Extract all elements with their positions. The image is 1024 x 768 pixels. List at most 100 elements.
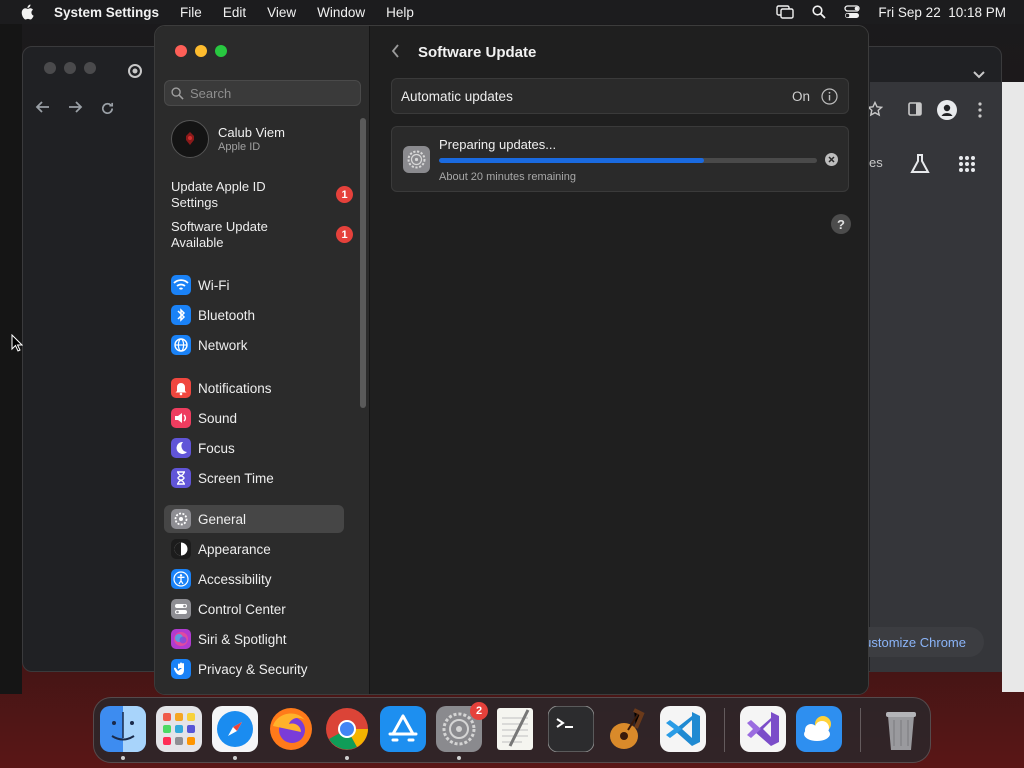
sidebar-item-notifications[interactable]: Notifications bbox=[164, 374, 344, 402]
notice-badge: 1 bbox=[336, 186, 353, 203]
finder-icon[interactable] bbox=[100, 706, 146, 752]
menu-window[interactable]: Window bbox=[317, 5, 365, 20]
hourglass-icon bbox=[171, 468, 191, 488]
background-window-edge bbox=[0, 24, 22, 694]
dock-running-indicator bbox=[345, 756, 349, 760]
weather-icon[interactable] bbox=[796, 706, 842, 752]
app-store-icon[interactable] bbox=[380, 706, 426, 752]
zoom-button[interactable] bbox=[215, 45, 227, 57]
siri-icon bbox=[171, 629, 191, 649]
chrome-icon[interactable] bbox=[324, 706, 370, 752]
dock: 2 bbox=[93, 697, 931, 763]
terminal-icon[interactable] bbox=[548, 706, 594, 752]
window-traffic-lights bbox=[175, 45, 227, 57]
dock-running-indicator bbox=[457, 756, 461, 760]
launchpad-icon[interactable] bbox=[156, 706, 202, 752]
system-settings-window: Search Calub Viem Apple ID Update Apple … bbox=[154, 25, 869, 695]
search-placeholder: Search bbox=[190, 85, 232, 101]
sidebar-item-appearance[interactable]: Appearance bbox=[164, 535, 344, 563]
textedit-icon[interactable] bbox=[492, 706, 538, 752]
sidebar-item-label: Notifications bbox=[198, 380, 272, 396]
sidebar-item-accessibility[interactable]: Accessibility bbox=[164, 565, 344, 593]
chrome-partial-text: es bbox=[869, 155, 883, 170]
chrome-page-panel bbox=[870, 82, 1002, 672]
safari-icon[interactable] bbox=[212, 706, 258, 752]
chrome-apps-grid-icon[interactable] bbox=[958, 155, 976, 178]
automatic-updates-row: Automatic updates On bbox=[391, 78, 849, 114]
speaker-icon bbox=[171, 408, 191, 428]
update-progress-bar bbox=[439, 158, 817, 163]
sidebar-item-label: Screen Time bbox=[198, 470, 274, 486]
menu-clock[interactable]: Fri Sep 22 10:18 PM bbox=[878, 5, 1006, 20]
help-button[interactable]: ? bbox=[831, 214, 851, 234]
software-update-notice[interactable]: Software Update Available 1 bbox=[171, 219, 361, 251]
sidebar-item-label: Bluetooth bbox=[198, 307, 256, 323]
chrome-profile-icon[interactable] bbox=[937, 100, 957, 125]
update-apple-id-notice[interactable]: Update Apple ID Settings 1 bbox=[171, 179, 361, 211]
chrome-side-panel-icon[interactable] bbox=[907, 101, 923, 122]
hand-icon bbox=[171, 659, 191, 679]
sidebar-item-wi-fi[interactable]: Wi-Fi bbox=[164, 271, 344, 299]
menu-file[interactable]: File bbox=[180, 5, 202, 20]
sidebar-item-label: Focus bbox=[198, 440, 235, 456]
info-icon[interactable] bbox=[821, 88, 838, 108]
close-button[interactable] bbox=[175, 45, 187, 57]
accessibility-icon bbox=[171, 569, 191, 589]
sidebar-item-general[interactable]: General bbox=[164, 505, 344, 533]
notice-badge: 1 bbox=[336, 226, 353, 243]
chrome-menu-icon[interactable] bbox=[978, 102, 982, 123]
minimize-button[interactable] bbox=[195, 45, 207, 57]
sidebar-item-network[interactable]: Network bbox=[164, 331, 344, 359]
chrome-forward-icon[interactable] bbox=[67, 99, 83, 120]
menu-help[interactable]: Help bbox=[386, 5, 414, 20]
garageband-icon[interactable] bbox=[604, 706, 650, 752]
control-center-icon bbox=[171, 599, 191, 619]
chrome-labs-flask-icon[interactable] bbox=[909, 153, 931, 180]
chrome-tab-dropdown-icon[interactable] bbox=[972, 64, 986, 85]
chrome-bookmark-star-icon[interactable] bbox=[866, 100, 884, 122]
customize-chrome-button[interactable]: ustomize Chrome bbox=[852, 627, 984, 657]
update-progress-fill bbox=[439, 158, 704, 163]
sidebar-item-sound[interactable]: Sound bbox=[164, 404, 344, 432]
dock-running-indicator bbox=[233, 756, 237, 760]
sidebar-scrollbar[interactable] bbox=[360, 118, 366, 408]
chrome-reload-icon[interactable] bbox=[100, 100, 115, 121]
profile-name: Calub Viem bbox=[218, 125, 285, 140]
screen-mirroring-icon[interactable] bbox=[776, 5, 795, 19]
chrome-close-button[interactable] bbox=[44, 62, 56, 74]
spotlight-search-icon[interactable] bbox=[812, 5, 827, 19]
search-field[interactable]: Search bbox=[164, 80, 361, 106]
sidebar-item-focus[interactable]: Focus bbox=[164, 434, 344, 462]
trash-icon[interactable] bbox=[878, 706, 924, 752]
chrome-minimize-button[interactable] bbox=[64, 62, 76, 74]
back-chevron-icon[interactable] bbox=[391, 42, 400, 63]
sidebar-item-screen-time[interactable]: Screen Time bbox=[164, 464, 344, 492]
chrome-traffic-lights bbox=[44, 62, 96, 74]
chrome-back-icon[interactable] bbox=[35, 99, 51, 120]
menu-view[interactable]: View bbox=[267, 5, 296, 20]
sidebar-item-label: General bbox=[198, 511, 247, 527]
profile-subtitle: Apple ID bbox=[218, 141, 261, 153]
apple-id-profile[interactable]: Calub Viem Apple ID bbox=[171, 120, 285, 158]
chrome-tab-icon[interactable] bbox=[128, 62, 142, 83]
pane-header: Software Update bbox=[391, 42, 536, 63]
menu-edit[interactable]: Edit bbox=[223, 5, 246, 20]
sidebar-item-siri-spotlight[interactable]: Siri & Spotlight bbox=[164, 625, 344, 653]
visual-studio-icon[interactable] bbox=[740, 706, 786, 752]
search-icon bbox=[171, 86, 184, 100]
apple-logo-icon[interactable] bbox=[19, 4, 35, 20]
bell-icon bbox=[171, 378, 191, 398]
sidebar-item-label: Network bbox=[198, 337, 248, 353]
menu-app-name[interactable]: System Settings bbox=[54, 5, 159, 20]
control-center-menu-icon[interactable] bbox=[844, 5, 861, 19]
cancel-update-icon[interactable] bbox=[825, 153, 838, 171]
sidebar-item-bluetooth[interactable]: Bluetooth bbox=[164, 301, 344, 329]
sidebar-item-privacy-security[interactable]: Privacy & Security bbox=[164, 655, 344, 683]
network-globe-icon bbox=[171, 335, 191, 355]
sidebar-item-control-center[interactable]: Control Center bbox=[164, 595, 344, 623]
vscode-icon[interactable] bbox=[660, 706, 706, 752]
chrome-zoom-button[interactable] bbox=[84, 62, 96, 74]
firefox-icon[interactable] bbox=[268, 706, 314, 752]
background-window-right-edge bbox=[1002, 82, 1024, 692]
sidebar-item-label: Privacy & Security bbox=[198, 661, 308, 677]
